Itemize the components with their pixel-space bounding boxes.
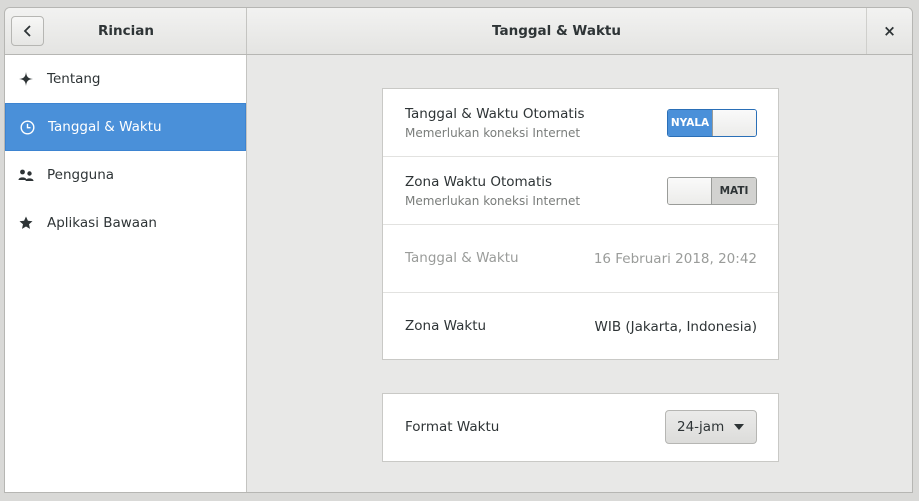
close-icon: × xyxy=(883,22,896,40)
sidebar: Tentang Tanggal & Waktu Pengguna Aplikas… xyxy=(5,55,247,492)
datetime-label: Tanggal & Waktu xyxy=(405,250,519,266)
sidebar-item-pengguna[interactable]: Pengguna xyxy=(5,151,246,199)
time-format-row: Format Waktu 24-jam xyxy=(383,394,778,462)
datetime-value: 16 Februari 2018, 20:42 xyxy=(593,251,757,267)
sidebar-title: Rincian xyxy=(98,23,154,39)
sidebar-item-tanggal-waktu[interactable]: Tanggal & Waktu xyxy=(5,103,246,151)
auto-datetime-label: Tanggal & Waktu Otomatis xyxy=(405,106,585,122)
time-format-dropdown[interactable]: 24-jam xyxy=(665,410,757,444)
page-title: Tanggal & Waktu xyxy=(492,23,621,39)
sidebar-item-tentang[interactable]: Tentang xyxy=(5,55,246,103)
close-button[interactable]: × xyxy=(866,8,912,54)
chevron-down-icon xyxy=(734,424,744,430)
switch-knob xyxy=(668,178,712,204)
clock-icon xyxy=(6,119,48,135)
auto-timezone-sub: Memerlukan koneksi Internet xyxy=(405,194,581,208)
back-button[interactable] xyxy=(11,16,44,46)
auto-datetime-sub: Memerlukan koneksi Internet xyxy=(405,126,581,140)
time-format-selected: 24-jam xyxy=(677,419,725,435)
users-icon xyxy=(5,168,47,182)
time-format-label: Format Waktu xyxy=(405,419,500,435)
datetime-row: Tanggal & Waktu 16 Februari 2018, 20:42 xyxy=(383,225,778,293)
settings-window: Rincian Tanggal & Waktu × Tentang Tangga… xyxy=(4,7,913,493)
sidebar-item-label: Tentang xyxy=(47,71,101,87)
timezone-label: Zona Waktu xyxy=(405,318,487,334)
sidebar-item-label: Tanggal & Waktu xyxy=(48,119,162,135)
sidebar-item-label: Aplikasi Bawaan xyxy=(47,215,157,231)
sparkle-icon xyxy=(5,72,47,86)
auto-timezone-row[interactable]: Zona Waktu Otomatis Memerlukan koneksi I… xyxy=(383,157,778,225)
auto-datetime-switch[interactable]: NYALA xyxy=(667,109,757,137)
sidebar-item-label: Pengguna xyxy=(47,167,115,183)
header-bar: Rincian Tanggal & Waktu × xyxy=(5,8,912,55)
datetime-panel: Tanggal & Waktu Otomatis Memerlukan kone… xyxy=(382,88,779,360)
chevron-left-icon xyxy=(23,25,31,37)
switch-knob xyxy=(712,110,756,136)
timezone-row[interactable]: Zona Waktu WIB (Jakarta, Indonesia) xyxy=(383,293,778,361)
star-icon xyxy=(5,216,47,230)
switch-state-text: MATI xyxy=(712,178,756,204)
auto-timezone-label: Zona Waktu Otomatis xyxy=(405,174,553,190)
sidebar-header: Rincian xyxy=(5,8,247,54)
sidebar-item-aplikasi-bawaan[interactable]: Aplikasi Bawaan xyxy=(5,199,246,247)
auto-datetime-row[interactable]: Tanggal & Waktu Otomatis Memerlukan kone… xyxy=(383,89,778,157)
time-format-panel: Format Waktu 24-jam xyxy=(382,393,779,462)
main-content: Tanggal & Waktu Otomatis Memerlukan kone… xyxy=(247,55,912,492)
timezone-value: WIB (Jakarta, Indonesia) xyxy=(594,319,757,335)
switch-state-text: NYALA xyxy=(668,110,712,136)
auto-timezone-switch[interactable]: MATI xyxy=(667,177,757,205)
